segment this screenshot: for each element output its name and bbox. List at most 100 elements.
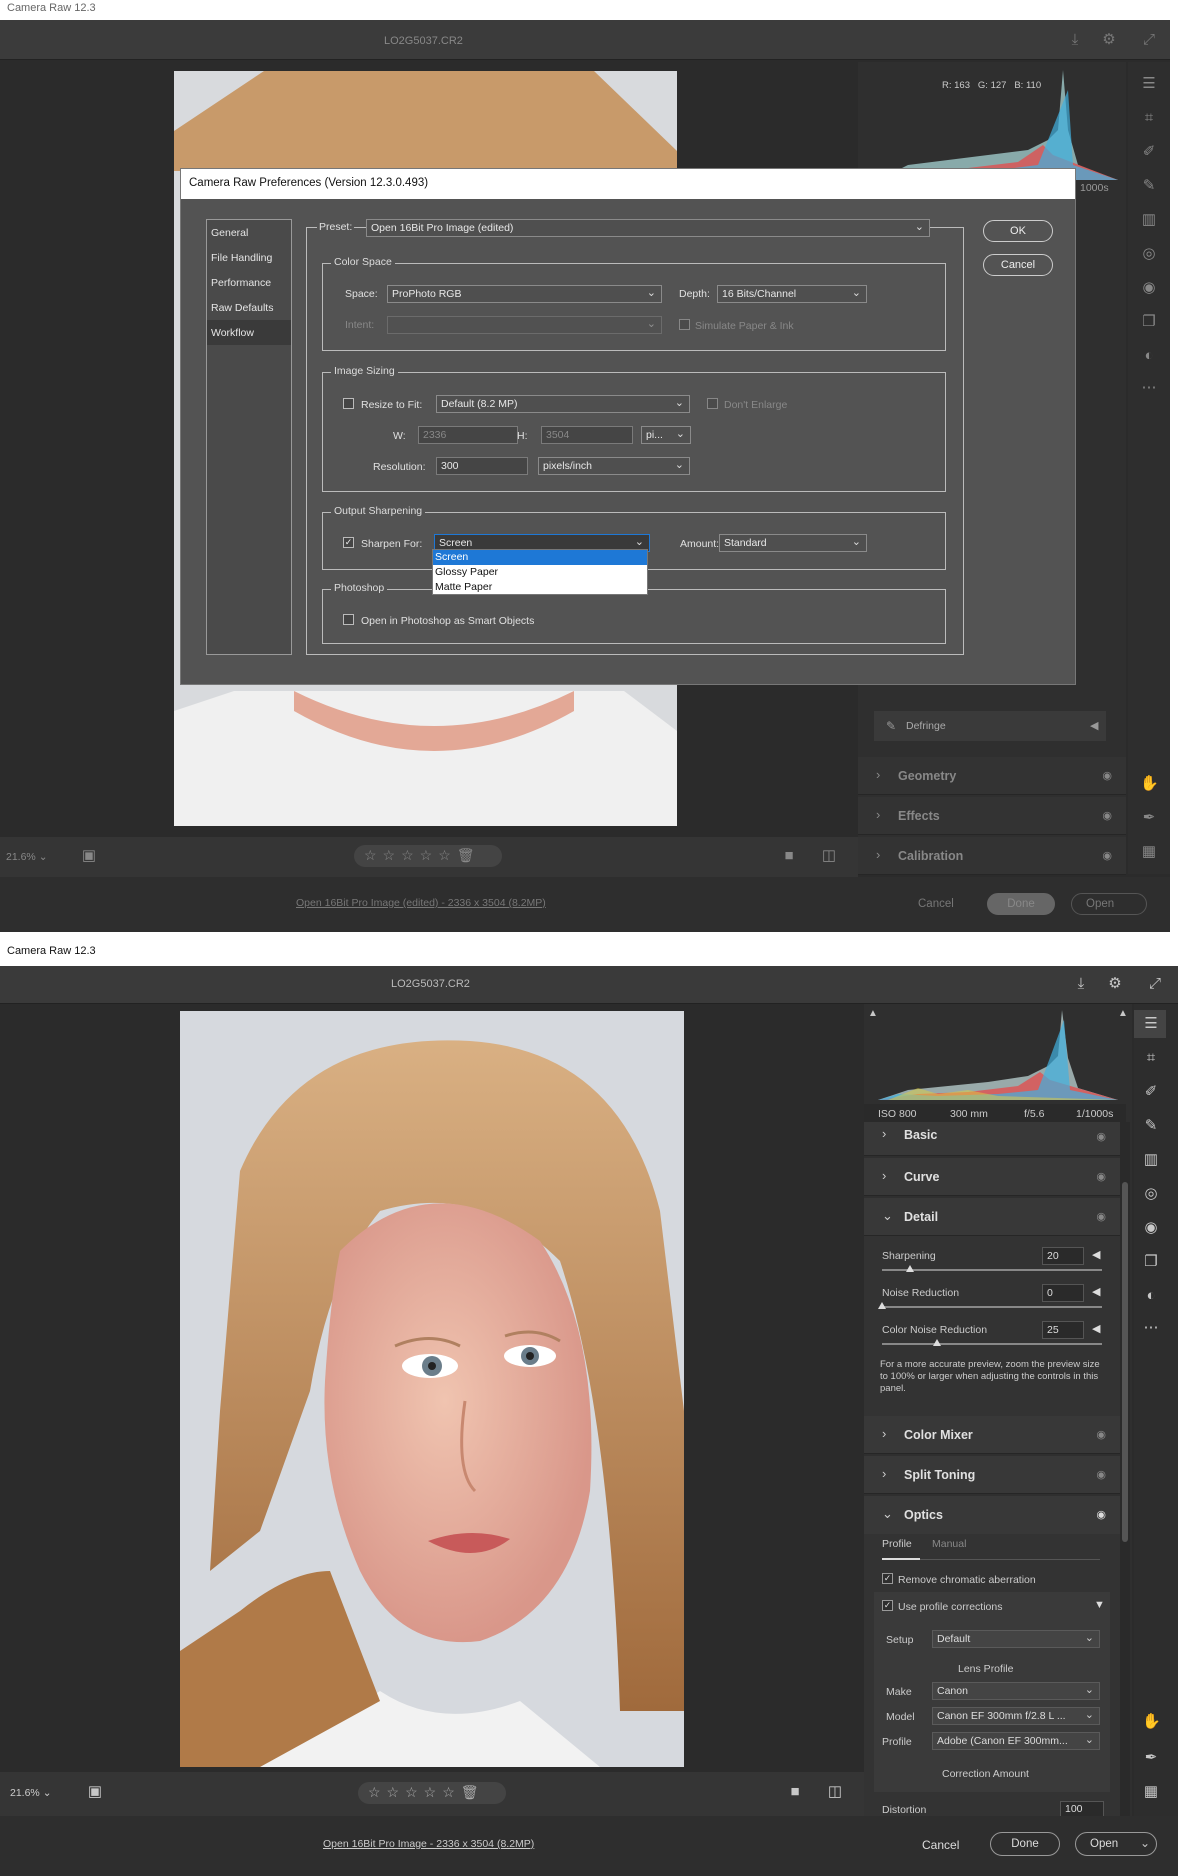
cancel-button[interactable]: Cancel [918,898,954,910]
option-glossy-paper[interactable]: Glossy Paper [433,565,647,580]
open-button[interactable]: Open [1071,893,1147,915]
ok-button[interactable]: OK [983,220,1053,242]
amount-select[interactable]: Standard [719,534,867,552]
hand-icon[interactable]: ✋ [1140,776,1159,792]
fullscreen-icon[interactable]: ⤢ [1140,32,1158,48]
brush-icon[interactable]: ✎ [1142,1118,1160,1134]
make-select[interactable]: Canon [932,1682,1100,1700]
tab-profile[interactable]: Profile [882,1538,912,1550]
nav-performance[interactable]: Performance [207,270,291,295]
edit-sliders-icon[interactable]: ☰ [1142,1016,1160,1032]
open-options-chevron-icon[interactable]: ⌄ [1136,1835,1154,1851]
eyedropper-icon[interactable]: ✒ [1140,810,1158,826]
collapse-triangle[interactable]: ▼ [1094,1599,1105,1611]
resize-checkbox[interactable] [343,398,354,409]
color-noise-field[interactable]: 25 [1042,1321,1084,1339]
model-select[interactable]: Canon EF 300mm f/2.8 L ... [932,1707,1100,1725]
sharpening-field[interactable]: 20 [1042,1247,1084,1265]
scrollbar-thumb[interactable] [1122,1182,1128,1542]
section-optics[interactable]: ⌄ Optics ◉ [864,1496,1120,1534]
noise-track[interactable] [882,1306,1102,1308]
sharpen-checkbox[interactable]: ✓ [343,537,354,548]
nav-raw-defaults[interactable]: Raw Defaults [207,295,291,320]
res-unit-select[interactable]: pixels/inch [538,457,690,475]
resolution-field[interactable]: 300 [436,457,528,475]
section-basic[interactable]: › Basic ◉ [864,1122,1120,1156]
sharpening-arrow[interactable]: ◀ [1092,1248,1100,1261]
unit-select[interactable]: pi... [641,426,691,444]
crop-icon[interactable]: ⌗ [1142,1050,1160,1066]
workflow-link[interactable]: Open 16Bit Pro Image (edited) - 2336 x 3… [296,897,546,909]
zoom-level[interactable]: 21.6% ⌄ [6,851,48,863]
grid-icon[interactable]: ▦ [1140,844,1158,860]
done-button[interactable]: Done [990,1832,1060,1856]
setup-select[interactable]: Default [932,1630,1100,1648]
more-icon[interactable]: ⋯ [1142,1320,1160,1336]
smart-objects-checkbox[interactable] [343,614,354,625]
eye-icon[interactable]: ◉ [1102,809,1112,822]
section-curve[interactable]: › Curve ◉ [864,1158,1120,1196]
trash-icon[interactable]: 🗑 [461,1784,485,1800]
healing-icon[interactable]: ✐ [1140,144,1158,160]
grid-icon[interactable]: ▦ [1142,1784,1160,1800]
save-icon[interactable]: ⤓ [1072,976,1090,992]
eyedropper-icon[interactable]: ✒ [1142,1750,1160,1766]
section-color-mixer[interactable]: › Color Mixer ◉ [864,1416,1120,1454]
presets-icon[interactable]: ◐ [1140,348,1158,364]
color-noise-track[interactable] [882,1343,1102,1345]
radial-icon[interactable]: ◎ [1142,1186,1160,1202]
option-matte-paper[interactable]: Matte Paper [433,580,647,595]
shadow-clip-icon[interactable]: ▲ [864,1006,882,1022]
gear-icon[interactable]: ⚙ [1100,32,1118,48]
noise-field[interactable]: 0 [1042,1284,1084,1302]
hand-icon[interactable]: ✋ [1142,1714,1161,1730]
use-profile-checkbox[interactable]: ✓ [882,1600,893,1611]
eye-icon[interactable]: ◉ [1096,1170,1106,1183]
section-detail[interactable]: ⌄ Detail ◉ [864,1198,1120,1236]
eye-icon[interactable]: ◉ [1102,769,1112,782]
section-effects[interactable]: › Effects ◉ [858,797,1126,835]
brush-icon[interactable]: ✎ [1140,178,1158,194]
distortion-field[interactable]: 100 [1060,1801,1104,1817]
eye-icon[interactable]: ◉ [1096,1428,1106,1441]
noise-thumb[interactable] [878,1302,886,1309]
workflow-link[interactable]: Open 16Bit Pro Image - 2336 x 3504 (8.2M… [323,1838,534,1850]
remove-ca-checkbox[interactable]: ✓ [882,1573,893,1584]
preview-icon[interactable]: ▣ [86,1784,104,1800]
done-button[interactable]: Done [987,893,1055,915]
view-icon[interactable]: ■ [786,1784,804,1800]
option-screen[interactable]: Screen [433,550,647,565]
eye-icon[interactable]: ◉ [1096,1210,1106,1223]
defringe-arrow[interactable]: ◀ [1090,719,1098,732]
trash-icon[interactable]: 🗑 [457,847,481,863]
preview-icon[interactable]: ▣ [80,848,98,864]
compare-icon[interactable]: ◫ [820,848,838,864]
noise-arrow[interactable]: ◀ [1092,1285,1100,1298]
gradient-icon[interactable]: ▥ [1140,212,1158,228]
preset-select[interactable]: Open 16Bit Pro Image (edited) [366,219,930,237]
redeye-icon[interactable]: ◉ [1142,1220,1160,1236]
space-select[interactable]: ProPhoto RGB [387,285,662,303]
eye-icon[interactable]: ◉ [1102,849,1112,862]
more-icon[interactable]: ⋯ [1140,380,1158,396]
eye-icon[interactable]: ◉ [1096,1468,1106,1481]
save-icon[interactable]: ⤓ [1066,32,1084,48]
defringe-row[interactable]: ✎ Defringe ◀ [874,711,1106,741]
highlight-clip-icon[interactable]: ▲ [1114,1006,1132,1022]
snapshots-icon[interactable]: ❐ [1142,1254,1160,1270]
tab-manual[interactable]: Manual [932,1538,966,1550]
nav-general[interactable]: General [207,220,291,245]
crop-icon[interactable]: ⌗ [1140,110,1158,126]
gradient-icon[interactable]: ▥ [1142,1152,1160,1168]
edit-sliders-icon[interactable]: ☰ [1140,76,1158,92]
compare-icon[interactable]: ◫ [826,1784,844,1800]
color-noise-thumb[interactable] [933,1339,941,1346]
color-noise-arrow[interactable]: ◀ [1092,1322,1100,1335]
eye-icon[interactable]: ◉ [1096,1130,1106,1143]
zoom-level[interactable]: 21.6% ⌄ [10,1787,52,1799]
sharpening-track[interactable] [882,1269,1102,1271]
radial-icon[interactable]: ◎ [1140,246,1158,262]
dialog-cancel-button[interactable]: Cancel [983,254,1053,276]
fullscreen-icon[interactable]: ⤢ [1146,976,1164,992]
nav-file-handling[interactable]: File Handling [207,245,291,270]
